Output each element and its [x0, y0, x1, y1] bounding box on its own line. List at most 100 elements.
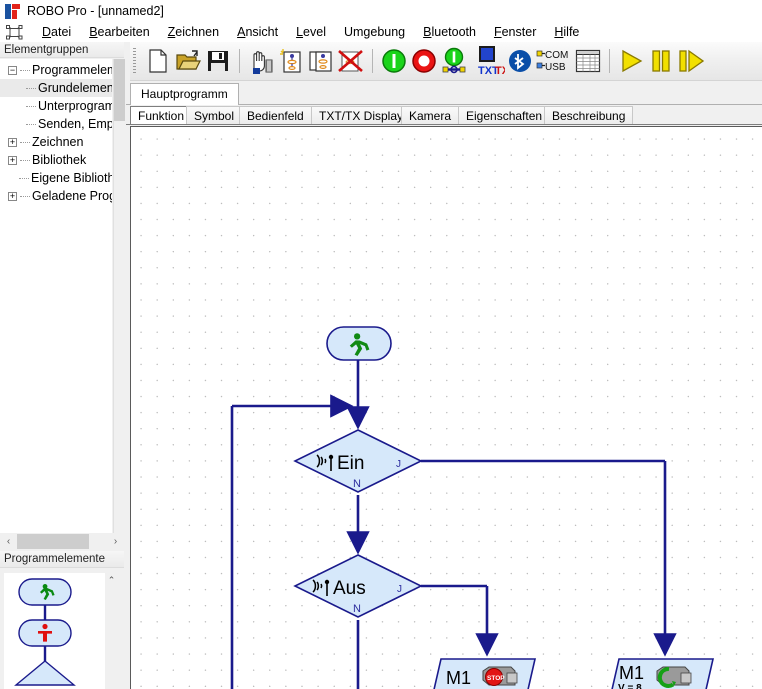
grid-table-icon[interactable] — [573, 46, 603, 76]
view-tab-row: Funktion Symbol Bedienfeld TXT/TX Displa… — [126, 106, 762, 125]
flow-node-aus-label: Aus — [333, 578, 366, 599]
tab-symbol[interactable]: Symbol — [186, 106, 242, 125]
tree-horizontal-scrollbar[interactable]: ‹ › — [0, 533, 124, 550]
menu-item-zeichnen[interactable]: Zeichnen — [159, 25, 228, 39]
toolbar-grip[interactable] — [132, 48, 140, 74]
menu-item-fenster[interactable]: Fenster — [485, 25, 545, 39]
flow-node-ein-no-label: N — [353, 478, 361, 490]
tree-item-label: Grundelemente — [38, 81, 112, 95]
flow-node-ein[interactable]: Ein J N — [295, 430, 421, 492]
robo-pro-window: ROBO Pro - [unnamed2] Datei Bearbeiten Z… — [0, 0, 762, 689]
tree-item-senden-empfangen[interactable]: Senden, Empfangen — [0, 115, 112, 133]
expander-minus-icon[interactable]: − — [8, 66, 17, 75]
open-folder-icon[interactable] — [173, 46, 203, 76]
svg-text:TX: TX — [495, 65, 505, 77]
flow-node-m1-stop-label: M1 — [446, 668, 471, 688]
tree-item-programmelemente[interactable]: −Programmelemente — [0, 61, 112, 79]
tab-beschreibung[interactable]: Beschreibung — [544, 106, 633, 125]
tab-kamera[interactable]: Kamera — [401, 106, 459, 125]
bluetooth-icon[interactable] — [505, 46, 535, 76]
tree-item-label: Geladene Programme — [32, 189, 112, 203]
menu-item-umgebung[interactable]: Umgebung — [335, 25, 414, 39]
tab-txt-tx-display[interactable]: TXT/TX Display — [311, 106, 411, 125]
pause-icon[interactable] — [646, 46, 676, 76]
tree-vertical-scrollbar[interactable] — [113, 59, 124, 533]
flow-node-ein-label: Ein — [337, 453, 364, 474]
run-play-icon[interactable] — [616, 46, 646, 76]
flow-node-aus-no-label: N — [353, 603, 361, 615]
scroll-left-icon[interactable]: ‹ — [0, 533, 17, 550]
program-elements-palette: Programmelemente — [0, 551, 124, 689]
menu-item-datei[interactable]: Datei — [33, 25, 80, 39]
cut-hand-icon[interactable] — [246, 46, 276, 76]
expander-plus-icon[interactable]: + — [8, 156, 17, 165]
expander-plus-icon[interactable]: + — [8, 192, 17, 201]
window-title: ROBO Pro - [unnamed2] — [27, 4, 164, 18]
scroll-up-icon[interactable]: ⌃ — [105, 573, 118, 587]
element-groups-panel: Elementgruppen −Programmelemente Grundel… — [0, 42, 124, 550]
element-groups-header: Elementgruppen — [0, 42, 124, 58]
program-tab-row: Hauptprogramm — [126, 81, 762, 105]
tab-bedienfeld[interactable]: Bedienfeld — [239, 106, 312, 125]
txt-tx-icon[interactable]: TXT TX — [469, 46, 505, 76]
tree-item-eigene-bibliothek[interactable]: Eigene Bibliothek — [0, 169, 112, 187]
palette-body[interactable] — [4, 573, 112, 689]
flow-node-m1-run-label: M1 — [619, 663, 644, 683]
toolbar-separator-2 — [372, 49, 373, 73]
tab-eigenschaften[interactable]: Eigenschaften — [458, 106, 550, 125]
tree-item-unterprogramme[interactable]: Unterprogramme — [0, 97, 112, 115]
save-floppy-icon[interactable] — [203, 46, 233, 76]
step-icon[interactable] — [676, 46, 706, 76]
palette-item-start[interactable] — [19, 579, 71, 614]
copy-page-icon[interactable] — [276, 46, 306, 76]
flow-node-m1-run[interactable]: M1 V = 8 — [611, 659, 713, 689]
svg-text:USB: USB — [545, 62, 566, 73]
interface-test-icon[interactable] — [439, 46, 469, 76]
start-green-icon[interactable] — [379, 46, 409, 76]
stop-red-icon[interactable] — [409, 46, 439, 76]
menu-bar: Datei Bearbeiten Zeichnen Ansicht Level … — [0, 22, 762, 42]
palette-vertical-scrollbar[interactable]: ⌃ — [105, 573, 118, 689]
palette-item-stop[interactable] — [19, 614, 71, 655]
menu-item-ansicht[interactable]: Ansicht — [228, 25, 287, 39]
tab-funktion[interactable]: Funktion — [130, 106, 192, 125]
document-area: Hauptprogramm Funktion Symbol Bedienfeld… — [126, 81, 762, 689]
paste-pages-icon[interactable] — [306, 46, 336, 76]
sensor-dot-icon — [325, 580, 329, 584]
scrollbar-thumb[interactable] — [17, 534, 89, 549]
program-canvas[interactable]: Ein J N Aus J N — [130, 126, 762, 689]
expander-plus-icon[interactable]: + — [8, 138, 17, 147]
palette-item-branch[interactable] — [16, 655, 74, 685]
flow-node-m1-stop[interactable]: M1 STOP — [433, 659, 535, 689]
menu-item-bearbeiten[interactable]: Bearbeiten — [80, 25, 158, 39]
element-groups-tree[interactable]: −Programmelemente Grundelemente Unterpro… — [0, 59, 112, 533]
scrollbar-thumb[interactable] — [114, 59, 125, 121]
ft-logo-icon — [5, 4, 20, 19]
menu-item-level[interactable]: Level — [287, 25, 335, 39]
new-document-icon[interactable] — [143, 46, 173, 76]
svg-text:STOP: STOP — [487, 675, 505, 682]
toolbar-separator-3 — [609, 49, 610, 73]
delete-cross-icon[interactable] — [336, 46, 366, 76]
tree-item-label: Eigene Bibliothek — [31, 171, 112, 185]
tree-item-bibliothek[interactable]: +Bibliothek — [0, 151, 112, 169]
tree-item-grundelemente[interactable]: Grundelemente — [0, 79, 112, 97]
menu-item-datei-label: atei — [51, 25, 71, 39]
title-bar: ROBO Pro - [unnamed2] — [0, 0, 762, 22]
tree-item-geladene-programme[interactable]: + Geladene Programme — [0, 187, 112, 205]
flowchart[interactable]: Ein J N Aus J N — [131, 127, 762, 689]
scrollbar-track[interactable] — [17, 533, 107, 550]
menu-window-icon[interactable] — [6, 25, 23, 40]
flow-node-start[interactable] — [327, 327, 391, 360]
menu-item-hilfe[interactable]: Hilfe — [545, 25, 588, 39]
scroll-right-icon[interactable]: › — [107, 533, 124, 550]
menu-item-bluetooth[interactable]: Bluetooth — [414, 25, 485, 39]
flow-node-aus[interactable]: Aus J N — [295, 555, 421, 617]
svg-text:COM: COM — [545, 50, 568, 61]
tab-underline — [126, 124, 762, 125]
tab-hauptprogramm[interactable]: Hauptprogramm — [130, 83, 239, 105]
main-toolbar: TXT TX COM USB — [130, 42, 762, 81]
palette-header: Programmelemente — [0, 551, 124, 568]
tree-item-zeichnen[interactable]: +Zeichnen — [0, 133, 112, 151]
com-usb-icon[interactable]: COM USB — [535, 46, 573, 76]
